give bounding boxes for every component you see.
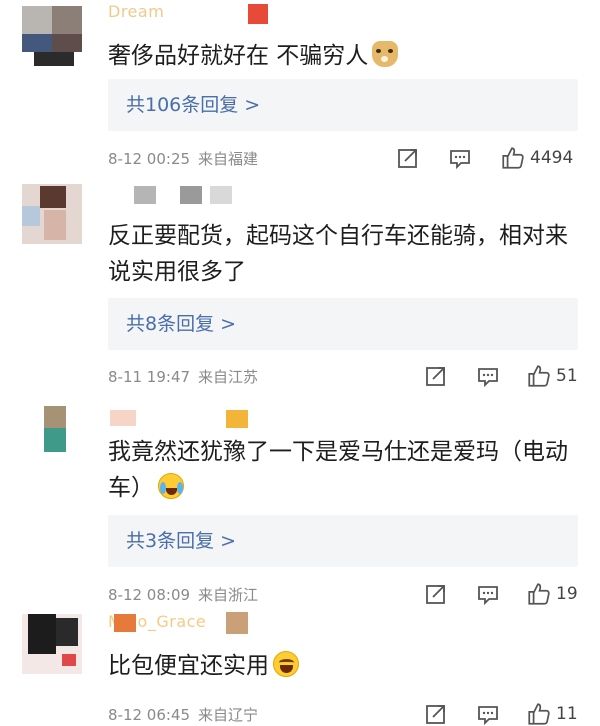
action-bar: 11	[420, 700, 600, 726]
comment-text: 我竟然还犹豫了一下是爱马仕还是爱玛（电动车）	[108, 434, 570, 506]
comment-body: 奢侈品好就好在 不骗穷人	[108, 43, 369, 69]
comment-meta: 8-12 00:25 来自福建	[108, 148, 258, 169]
laugh-cry-emoji-icon	[158, 473, 184, 499]
username-redacted[interactable]	[110, 410, 136, 426]
username-redacted	[180, 186, 202, 204]
username-redacted	[210, 186, 232, 204]
comment-button[interactable]	[448, 144, 472, 172]
thumbs-up-icon	[528, 703, 550, 725]
comment-item: 我竟然还犹豫了一下是爱马仕还是爱玛（电动车） 共3条回复 > 8-12 08:09…	[0, 398, 600, 610]
share-icon	[426, 585, 445, 604]
comment-item: 反正要配货，起码这个自行车还能骑，相对来说实用很多了 共8条回复 > 8-11 1…	[0, 178, 600, 398]
thumbs-up-icon	[528, 583, 550, 605]
like-count: 51	[556, 366, 578, 386]
comment-item: Miao_Grace 比包便宜还实用 8-12 06:45 来自辽宁 11	[0, 610, 600, 726]
laughing-emoji-icon	[273, 651, 299, 677]
like-button[interactable]: 11	[526, 700, 578, 726]
action-bar: 51	[420, 362, 600, 390]
share-icon	[398, 149, 417, 168]
like-count: 11	[556, 704, 578, 724]
user-badge	[226, 410, 248, 428]
comment-body: 反正要配货，起码这个自行车还能骑，相对来说实用很多了	[108, 223, 568, 285]
chevron-right-icon: >	[220, 530, 237, 552]
share-button[interactable]	[396, 144, 420, 172]
timestamp: 8-12 06:45	[108, 706, 191, 724]
comment-text: 奢侈品好就好在 不骗穷人	[108, 38, 570, 74]
avatar[interactable]	[22, 184, 82, 244]
comment-meta: 8-12 06:45 来自辽宁	[108, 704, 258, 725]
comment-icon	[450, 150, 470, 170]
comment-icon	[478, 586, 498, 606]
view-replies-link[interactable]: 共106条回复 >	[108, 79, 578, 131]
action-bar: 19	[420, 580, 600, 608]
username-redacted[interactable]	[134, 186, 156, 204]
comment-button[interactable]	[476, 700, 500, 726]
comment-button[interactable]	[476, 362, 500, 390]
timestamp: 8-12 00:25	[108, 150, 191, 168]
view-replies-link[interactable]: 共3条回复 >	[108, 515, 578, 567]
timestamp: 8-11 19:47	[108, 368, 191, 386]
chevron-right-icon: >	[244, 94, 261, 116]
view-replies-link[interactable]: 共8条回复 >	[108, 298, 578, 350]
replies-label: 共8条回复	[126, 313, 215, 335]
avatar[interactable]	[22, 614, 82, 674]
user-badge	[226, 612, 248, 634]
like-count: 19	[556, 584, 578, 604]
comment-meta: 8-12 08:09 来自浙江	[108, 584, 258, 605]
doge-emoji-icon	[372, 41, 399, 67]
comment-icon	[478, 368, 498, 388]
location: 来自江苏	[198, 368, 259, 386]
thumbs-up-icon	[528, 365, 550, 387]
comment-item: Dream 奢侈品好就好在 不骗穷人 共106条回复 > 8-12 00:25 来自…	[0, 0, 600, 178]
share-button[interactable]	[424, 580, 448, 608]
like-button[interactable]: 19	[526, 580, 578, 608]
thumbs-up-icon	[502, 147, 524, 169]
comment-text: 比包便宜还实用	[108, 648, 570, 684]
like-count: 4494	[530, 148, 574, 168]
comment-meta: 8-11 19:47 来自江苏	[108, 366, 258, 387]
location: 来自福建	[198, 150, 259, 168]
username[interactable]: Dream	[108, 2, 164, 21]
user-badge	[248, 4, 268, 24]
location: 来自浙江	[198, 586, 259, 604]
replies-label: 共3条回复	[126, 530, 215, 552]
location: 来自辽宁	[198, 706, 259, 724]
like-button[interactable]: 51	[526, 362, 578, 390]
action-bar: 4494	[392, 144, 592, 172]
timestamp: 8-12 08:09	[108, 586, 191, 604]
avatar[interactable]	[22, 6, 82, 66]
comment-button[interactable]	[476, 580, 500, 608]
replies-label: 共106条回复	[126, 94, 239, 116]
share-button[interactable]	[424, 700, 448, 726]
chevron-right-icon: >	[220, 313, 237, 335]
share-button[interactable]	[424, 362, 448, 390]
comment-body: 比包便宜还实用	[108, 653, 269, 679]
comment-text: 反正要配货，起码这个自行车还能骑，相对来说实用很多了	[108, 218, 570, 290]
share-icon	[426, 705, 445, 724]
user-badge	[114, 614, 136, 632]
share-icon	[426, 367, 445, 386]
comment-icon	[478, 706, 498, 726]
avatar[interactable]	[44, 406, 72, 466]
like-button[interactable]: 4494	[500, 144, 573, 172]
